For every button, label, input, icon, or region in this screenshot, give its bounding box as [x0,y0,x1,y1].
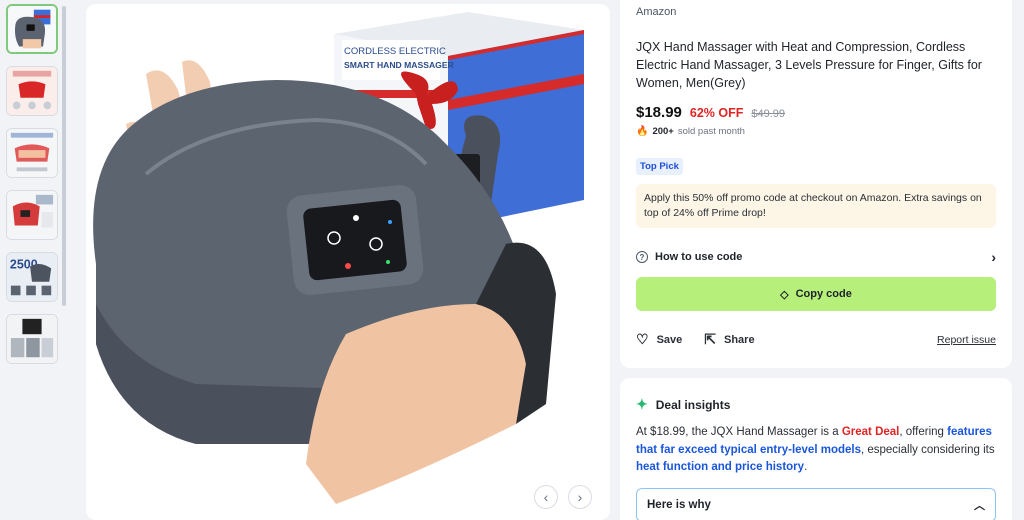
question-icon: ? [636,251,648,263]
copy-code-button[interactable]: ◇ Copy code [636,277,996,311]
next-image-button[interactable]: › [568,485,592,509]
insight-text-part: , offering [899,426,948,438]
original-price: $49.99 [751,108,786,120]
chevron-right-icon: › [991,249,996,265]
how-to-use-code-row[interactable]: ? How to use code › [636,249,996,265]
product-title: JQX Hand Massager with Heat and Compress… [636,40,982,90]
sold-count-row: 🔥 200+ sold past month [636,126,745,137]
discount-percent: 62% OFF [689,106,744,120]
here-is-why-toggle[interactable]: Here is why ︿ [636,488,996,520]
action-row: ♡ Save ⇱ Share Report issue [636,331,996,348]
price-row: $18.99 62% OFF $49.99 [636,104,785,121]
tag-icon: ◇ [780,288,789,301]
share-icon: ⇱ [704,331,716,347]
great-deal-label: Great Deal [841,426,900,438]
heart-icon: ♡ [636,331,649,347]
chevron-right-icon: › [577,489,583,505]
save-label: Save [656,333,683,346]
thumbnail-1[interactable] [6,4,58,54]
fire-icon: 🔥 [636,126,649,137]
thumbnail-scrollbar[interactable] [62,6,66,306]
here-is-why-label: Here is why [647,499,711,511]
previous-image-button[interactable]: ‹ [534,485,558,509]
deal-info-card: Amazon JQX Hand Massager with Heat and C… [620,0,1012,368]
report-issue-link[interactable]: Report issue [937,334,996,346]
thumbnail-4[interactable] [6,190,58,240]
chevron-up-icon: ︿ [974,500,985,512]
insight-highlight-heat: heat function and price history [636,461,805,473]
sparkle-icon: ✦ [636,396,648,412]
current-price: $18.99 [636,104,682,121]
store-name[interactable]: Amazon [636,6,676,18]
save-button[interactable]: ♡ Save [636,331,682,348]
thumbnail-6[interactable] [6,314,58,364]
deal-insights-card: ✦ Deal insights At $18.99, the JQX Hand … [620,378,1012,520]
deal-insights-title: Deal insights [655,397,731,412]
thumbnail-5[interactable]: 2500 [6,252,58,302]
how-to-use-code-label: How to use code [655,251,743,263]
svg-text:CORDLESS ELECTRIC: CORDLESS ELECTRIC [344,46,446,57]
insight-text-part: , especially considering its [860,443,995,456]
chevron-left-icon: ‹ [543,489,549,505]
svg-text:SMART HAND MASSAGER: SMART HAND MASSAGER [344,60,455,70]
copy-code-label: Copy code [795,288,852,300]
deal-insights-text: At $18.99, the JQX Hand Massager is a Gr… [636,424,1002,477]
insight-text-part: . [804,461,808,473]
share-label: Share [724,333,755,346]
thumbnail-list: 2500 [6,4,62,376]
deal-insights-header: ✦ Deal insights [636,396,730,413]
thumbnail-3[interactable] [6,128,58,178]
sold-label: sold past month [677,126,745,137]
share-button[interactable]: ⇱ Share [704,331,754,348]
deal-page: 2500 CORDLESS ELECTRIC SMART HAND MASSAG… [0,0,1024,520]
main-product-image: CORDLESS ELECTRIC SMART HAND MASSAGER [86,4,610,520]
top-pick-badge: Top Pick [636,158,683,175]
thumbnail-2[interactable] [6,66,58,116]
hand-massager-illustration: CORDLESS ELECTRIC SMART HAND MASSAGER [86,4,610,520]
insight-text-part: At $18.99, the JQX Hand Massager is a [636,426,842,438]
sold-count: 200+ [652,126,674,137]
promo-description: Apply this 50% off promo code at checkou… [636,184,996,228]
